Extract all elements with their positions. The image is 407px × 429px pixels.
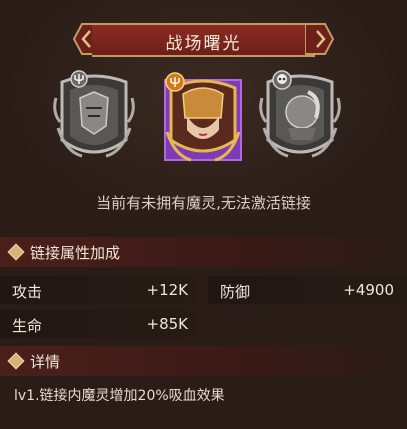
title-banner: 战场曙光 <box>72 20 335 58</box>
page-title: 战场曙光 <box>165 34 242 54</box>
stat-label: 防御 <box>220 283 251 301</box>
link-status-hint: 当前有未拥有魔灵,无法激活链接 <box>96 194 311 212</box>
spirit-card-2[interactable] <box>161 68 245 164</box>
stat-value: +4900 <box>343 281 394 299</box>
details-text: lv1.链接内魔灵增加20%吸血效果 <box>14 388 225 404</box>
section-title: 详情 <box>30 353 61 371</box>
banner-right-ornament <box>305 23 335 55</box>
spirit-card-3[interactable] <box>258 68 342 164</box>
diamond-bullet-icon <box>7 243 25 261</box>
stat-hp: 生命 +85K <box>0 310 196 338</box>
link-bonus-header: 链接属性加成 <box>0 237 407 267</box>
stat-value: +85K <box>146 315 189 333</box>
diamond-bullet-icon <box>7 352 25 370</box>
stat-label: 攻击 <box>12 283 43 301</box>
spirit-portrait-1 <box>53 74 135 158</box>
details-header: 详情 <box>0 346 407 376</box>
trident-badge-icon <box>165 72 185 92</box>
trident-badge-icon <box>70 70 88 88</box>
stat-attack: 攻击 +12K <box>0 276 196 304</box>
spirit-portrait-3 <box>259 74 341 158</box>
stat-defense: 防御 +4900 <box>208 276 407 304</box>
spirit-card-1[interactable] <box>52 68 136 164</box>
skull-badge-icon <box>272 70 292 90</box>
stat-label: 生命 <box>12 317 43 335</box>
stat-value: +12K <box>146 281 189 299</box>
section-title: 链接属性加成 <box>30 244 121 262</box>
